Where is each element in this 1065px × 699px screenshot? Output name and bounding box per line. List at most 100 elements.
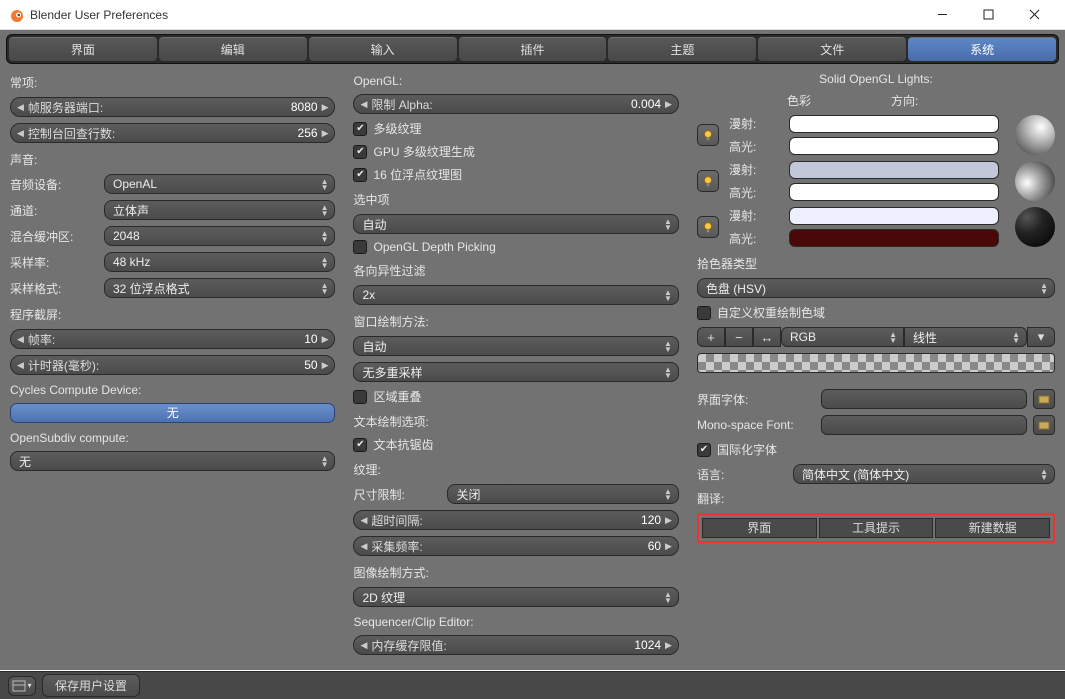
frameserver-port-field[interactable]: ◀ 帧服务器端口: 8080 ▶ bbox=[10, 97, 335, 117]
multisample-select[interactable]: 无多重采样 ▲▼ bbox=[353, 362, 678, 382]
light-2-direction[interactable] bbox=[1015, 161, 1055, 201]
float16-checkbox[interactable] bbox=[353, 168, 367, 182]
dropdown-icon: ▲▼ bbox=[664, 290, 672, 301]
rgb-select[interactable]: RGB▲▼ bbox=[781, 327, 904, 347]
chevron-right-icon: ▶ bbox=[322, 128, 329, 139]
selection-select[interactable]: 自动 ▲▼ bbox=[353, 214, 678, 234]
add-button[interactable]: + bbox=[697, 327, 725, 347]
prefs-tabbar: 界面 编辑 输入 插件 主题 文件 系统 bbox=[6, 34, 1059, 64]
remove-button[interactable]: − bbox=[725, 327, 753, 347]
textures-heading: 纹理: bbox=[353, 461, 678, 478]
light-3-toggle[interactable] bbox=[697, 216, 719, 238]
channels-select[interactable]: 立体声 ▲▼ bbox=[104, 200, 335, 220]
light-2-specular-swatch[interactable] bbox=[789, 183, 999, 201]
memcache-field[interactable]: ◀ 内存缓存限值: 1024 ▶ bbox=[353, 635, 678, 655]
light-1-specular-swatch[interactable] bbox=[789, 137, 999, 155]
monofont-label: Mono-space Font: bbox=[697, 418, 815, 432]
linear-select[interactable]: 线性▲▼ bbox=[904, 327, 1027, 347]
tab-system[interactable]: 系统 bbox=[908, 37, 1056, 61]
dropdown-icon: ▲▼ bbox=[889, 332, 897, 343]
translate-interface-button[interactable]: 界面 bbox=[702, 518, 817, 538]
tab-file[interactable]: 文件 bbox=[758, 37, 906, 61]
opensubdiv-select[interactable]: 无 ▲▼ bbox=[10, 451, 335, 471]
flip-button[interactable]: ↔ bbox=[753, 327, 781, 347]
customweight-checkbox[interactable] bbox=[697, 306, 711, 320]
timeout-field[interactable]: ◀ 超时间隔: 120 ▶ bbox=[353, 510, 678, 530]
fps-field[interactable]: ◀ 帧率: 10 ▶ bbox=[10, 329, 335, 349]
dropdown-icon: ▲▼ bbox=[664, 341, 672, 352]
sound-heading: 声音: bbox=[10, 151, 335, 168]
audio-device-select[interactable]: OpenAL ▲▼ bbox=[104, 174, 335, 194]
imgdraw-select[interactable]: 2D 纹理 ▲▼ bbox=[353, 587, 678, 607]
windraw-heading: 窗口绘制方法: bbox=[353, 313, 678, 330]
tab-addons[interactable]: 插件 bbox=[459, 37, 607, 61]
dropdown-icon: ▲▼ bbox=[321, 205, 329, 216]
sizelimit-select[interactable]: 关闭 ▲▼ bbox=[447, 484, 678, 504]
collectrate-field[interactable]: ◀ 采集频率: 60 ▶ bbox=[353, 536, 678, 556]
chevron-right-icon: ▶ bbox=[322, 334, 329, 345]
close-button[interactable] bbox=[1011, 0, 1057, 30]
cycles-none-button[interactable]: 无 bbox=[10, 403, 335, 423]
language-label: 语言: bbox=[697, 466, 787, 483]
colorpicker-select[interactable]: 色盘 (HSV) ▲▼ bbox=[697, 278, 1055, 298]
light-1-toggle[interactable] bbox=[697, 124, 719, 146]
chevron-left-icon: ◀ bbox=[17, 360, 24, 371]
tab-interface[interactable]: 界面 bbox=[9, 37, 157, 61]
tools-menu-button[interactable]: ▾ bbox=[1027, 327, 1055, 347]
chevron-left-icon: ◀ bbox=[17, 128, 24, 139]
clipalpha-field[interactable]: ◀ 限制 Alpha: 0.004 ▶ bbox=[353, 94, 678, 114]
light-3-direction[interactable] bbox=[1015, 207, 1055, 247]
blender-logo-icon bbox=[8, 7, 24, 23]
chevron-left-icon: ◀ bbox=[360, 99, 367, 110]
monofont-field[interactable] bbox=[821, 415, 1027, 435]
translate-newdata-button[interactable]: 新建数据 bbox=[935, 518, 1050, 538]
chevron-right-icon: ▶ bbox=[665, 640, 672, 651]
mixbuffer-select[interactable]: 2048 ▲▼ bbox=[104, 226, 335, 246]
textaa-checkbox[interactable] bbox=[353, 438, 367, 452]
windraw-select[interactable]: 自动 ▲▼ bbox=[353, 336, 678, 356]
dropdown-icon: ▲▼ bbox=[1040, 469, 1048, 480]
light-1-diffuse-swatch[interactable] bbox=[789, 115, 999, 133]
audio-device-label: 音频设备: bbox=[10, 176, 98, 193]
tab-editing[interactable]: 编辑 bbox=[159, 37, 307, 61]
light-2-diffuse-swatch[interactable] bbox=[789, 161, 999, 179]
light-1-direction[interactable] bbox=[1015, 115, 1055, 155]
light-3-diffuse-swatch[interactable] bbox=[789, 207, 999, 225]
tab-input[interactable]: 输入 bbox=[309, 37, 457, 61]
minimize-button[interactable] bbox=[919, 0, 965, 30]
gpumipmap-checkbox[interactable] bbox=[353, 145, 367, 159]
view-menu-button[interactable]: ▾ bbox=[8, 676, 36, 696]
dropdown-icon: ▲▼ bbox=[321, 456, 329, 467]
direction-header: 方向: bbox=[891, 92, 918, 109]
translate-tooltips-button[interactable]: 工具提示 bbox=[819, 518, 934, 538]
maximize-button[interactable] bbox=[965, 0, 1011, 30]
regionoverlap-checkbox[interactable] bbox=[353, 390, 367, 404]
uifont-browse-button[interactable] bbox=[1033, 389, 1055, 409]
uifont-field[interactable] bbox=[821, 389, 1027, 409]
light-3-specular-swatch[interactable] bbox=[789, 229, 999, 247]
colorpicker-heading: 拾色器类型 bbox=[697, 255, 1055, 272]
color-header: 色彩 bbox=[787, 92, 811, 109]
tab-themes[interactable]: 主题 bbox=[608, 37, 756, 61]
chevron-left-icon: ◀ bbox=[360, 640, 367, 651]
depthpick-checkbox[interactable] bbox=[353, 240, 367, 254]
samplerate-select[interactable]: 48 kHz ▲▼ bbox=[104, 252, 335, 272]
save-user-settings-button[interactable]: 保存用户设置 bbox=[42, 674, 140, 697]
intlfont-checkbox[interactable] bbox=[697, 443, 711, 457]
dropdown-icon: ▲▼ bbox=[321, 283, 329, 294]
aniso-select[interactable]: 2x ▲▼ bbox=[353, 285, 678, 305]
col-opengl: OpenGL: ◀ 限制 Alpha: 0.004 ▶ 多级纹理 GPU 多级纹… bbox=[353, 72, 678, 670]
mipmaps-checkbox[interactable] bbox=[353, 122, 367, 136]
language-select[interactable]: 简体中文 (简体中文) ▲▼ bbox=[793, 464, 1055, 484]
opensubdiv-heading: OpenSubdiv compute: bbox=[10, 431, 335, 445]
monofont-browse-button[interactable] bbox=[1033, 415, 1055, 435]
color-ramp[interactable] bbox=[697, 353, 1055, 373]
console-scrollback-field[interactable]: ◀ 控制台回查行数: 256 ▶ bbox=[10, 123, 335, 143]
dropdown-icon: ▲▼ bbox=[321, 231, 329, 242]
seq-heading: Sequencer/Clip Editor: bbox=[353, 615, 678, 629]
light-1-row: 漫射: 高光: bbox=[697, 115, 1055, 155]
timer-field[interactable]: ◀ 计时器(毫秒): 50 ▶ bbox=[10, 355, 335, 375]
mipmaps-label: 多级纹理 bbox=[373, 120, 421, 137]
samplefmt-select[interactable]: 32 位浮点格式 ▲▼ bbox=[104, 278, 335, 298]
light-2-toggle[interactable] bbox=[697, 170, 719, 192]
